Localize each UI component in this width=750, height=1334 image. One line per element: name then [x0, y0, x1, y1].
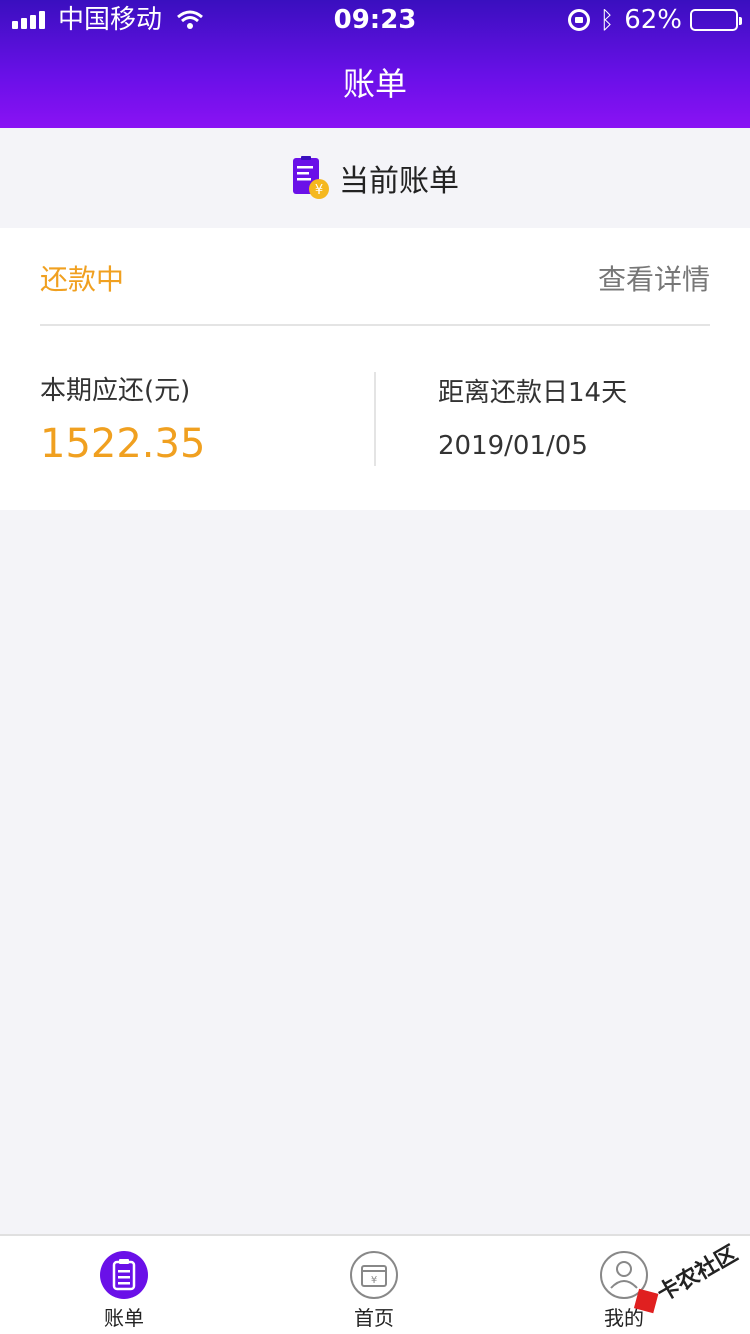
rotation-lock-icon	[567, 9, 590, 31]
status-bar: 中国移动 09:23 ᛒ 62%	[0, 0, 750, 40]
section-heading: ¥ 当前账单	[0, 128, 750, 228]
current-bill-card[interactable]: 还款中 查看详情 本期应还(元) 1522.35 距离还款日14天 2019/0…	[0, 228, 750, 510]
battery-percent: 62%	[624, 5, 682, 35]
page-title: 账单	[342, 65, 407, 103]
vertical-divider	[374, 372, 376, 466]
tab-bill-label: 账单	[104, 1306, 144, 1330]
view-details-link[interactable]: 查看详情	[598, 258, 710, 298]
tab-bar: 账单 ¥ 首页 我的	[0, 1234, 750, 1334]
bill-icon	[100, 1251, 148, 1299]
amount-block: 本期应还(元) 1522.35	[40, 370, 205, 467]
section-title: 当前账单	[339, 164, 459, 199]
bill-status: 还款中	[40, 263, 125, 296]
amount-value: 1522.35	[40, 421, 206, 467]
due-date: 2019/01/05	[438, 431, 588, 461]
tab-home[interactable]: ¥ 首页	[314, 1250, 434, 1331]
bluetooth-icon: ᛒ	[599, 6, 615, 34]
due-countdown: 距离还款日14天	[438, 378, 628, 408]
bill-yen-icon: ¥	[293, 156, 329, 199]
svg-text:¥: ¥	[315, 183, 323, 198]
due-block: 距离还款日14天 2019/01/05	[438, 372, 627, 461]
home-yen-icon: ¥	[350, 1251, 398, 1299]
battery-icon	[690, 9, 742, 31]
header: 中国移动 09:23 ᛒ 62% 账单	[0, 0, 750, 128]
status-right: ᛒ 62%	[567, 0, 742, 40]
svg-text:¥: ¥	[371, 1275, 377, 1286]
bill-status-row: 还款中 查看详情	[40, 228, 710, 326]
tab-home-label: 首页	[354, 1306, 394, 1330]
tab-bill[interactable]: 账单	[64, 1250, 184, 1331]
amount-label: 本期应还(元)	[40, 376, 191, 406]
app-root: 中国移动 09:23 ᛒ 62% 账单 ¥ 当前账单 还款中 查看详情 本期应还…	[0, 0, 750, 1334]
